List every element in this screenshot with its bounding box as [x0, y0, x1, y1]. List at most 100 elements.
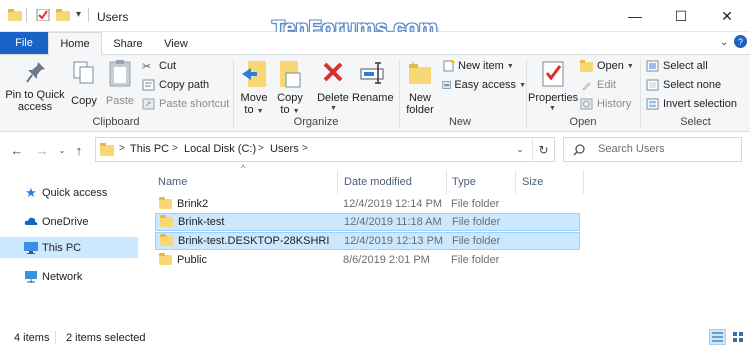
- history-button[interactable]: History: [580, 96, 640, 112]
- properties-label: Properties: [528, 92, 579, 104]
- edit-icon: [582, 82, 591, 91]
- rename-button[interactable]: Rename: [352, 59, 394, 115]
- select-all-button[interactable]: Select all: [646, 58, 746, 74]
- folder-icon: [8, 9, 22, 21]
- copy-icon: [73, 61, 94, 84]
- properties-dropdown-icon: ▼: [549, 105, 556, 112]
- select-none-icon: [646, 79, 659, 91]
- tab-share[interactable]: Share: [106, 32, 150, 55]
- file-type: File folder: [452, 235, 501, 247]
- collapse-ribbon-icon[interactable]: ⌄: [720, 37, 728, 48]
- new-item-button[interactable]: New item ▼: [442, 58, 518, 74]
- folder-icon: [159, 197, 172, 209]
- nav-item-network[interactable]: Network: [0, 266, 138, 287]
- file-row-selected[interactable]: Brink-test.DESKTOP-28KSHRI 12/4/2019 12:…: [155, 232, 580, 250]
- new-folder-button[interactable]: New folder: [402, 59, 438, 116]
- move-to-button[interactable]: Move to ▼: [238, 59, 270, 116]
- recent-locations-icon[interactable]: ⌄: [53, 141, 71, 159]
- copy-path-icon: [142, 79, 155, 91]
- organize-group-label: Organize: [293, 116, 339, 128]
- tab-home[interactable]: Home: [48, 32, 102, 55]
- delete-button[interactable]: Delete ▼: [314, 59, 352, 115]
- minimize-button[interactable]: —: [612, 0, 658, 32]
- breadcrumb-separator[interactable]: >: [172, 143, 178, 154]
- edit-button[interactable]: Edit: [580, 77, 640, 93]
- file-date-modified: 8/6/2019 2:01 PM: [343, 254, 430, 266]
- column-divider[interactable]: [515, 170, 516, 194]
- back-arrow-icon[interactable]: ←: [8, 141, 26, 159]
- tab-view[interactable]: View: [154, 32, 198, 55]
- title-bar: ▾ Users TenForums.com — ☐ ✕: [0, 0, 750, 40]
- column-header-size[interactable]: Size: [522, 173, 582, 191]
- column-header-date-modified[interactable]: Date modified: [344, 173, 444, 191]
- select-none-label: Select none: [663, 79, 722, 91]
- copy-button[interactable]: Copy: [68, 59, 100, 115]
- details-view-icon: [712, 332, 723, 342]
- new-folder-icon[interactable]: [56, 9, 70, 21]
- open-button[interactable]: Open ▼: [580, 58, 640, 74]
- pin-icon: [26, 62, 45, 83]
- toolbar-divider: [88, 8, 89, 22]
- invert-selection-icon: [646, 98, 659, 110]
- column-divider[interactable]: [337, 170, 338, 194]
- file-date-modified: 12/4/2019 12:13 PM: [344, 235, 444, 247]
- maximize-button[interactable]: ☐: [658, 0, 704, 32]
- tab-file[interactable]: File: [0, 32, 48, 54]
- breadcrumb-users[interactable]: Users: [270, 143, 299, 155]
- column-divider[interactable]: [446, 170, 447, 194]
- new-item-dropdown-icon: ▼: [506, 62, 514, 70]
- new-folder-label-line1: New: [408, 92, 431, 104]
- breadcrumb-separator[interactable]: >: [258, 143, 264, 154]
- close-button[interactable]: ✕: [704, 0, 750, 32]
- selected-count: 2 items selected: [66, 332, 146, 344]
- refresh-icon[interactable]: ↻: [532, 138, 554, 161]
- easy-access-label: Easy access: [454, 79, 517, 91]
- file-row[interactable]: Public 8/6/2019 2:01 PM File folder: [155, 251, 580, 269]
- breadcrumb-local-disk[interactable]: Local Disk (C:): [184, 143, 256, 155]
- forward-arrow-icon[interactable]: →: [33, 141, 51, 159]
- properties-button[interactable]: Properties ▼: [528, 59, 578, 115]
- file-type: File folder: [451, 254, 500, 266]
- item-count: 4 items: [14, 332, 50, 344]
- easy-access-button[interactable]: Easy access ▼: [442, 77, 526, 93]
- invert-selection-button[interactable]: Invert selection: [646, 96, 750, 112]
- new-item-label: New item: [458, 60, 504, 72]
- column-divider[interactable]: [583, 170, 584, 194]
- breadcrumb-this-pc[interactable]: This PC: [130, 143, 169, 155]
- column-header-name[interactable]: Name: [158, 173, 336, 191]
- nav-item-onedrive[interactable]: OneDrive: [0, 211, 138, 232]
- customize-toolbar-icon[interactable]: ▾: [76, 9, 81, 20]
- file-name: Public: [177, 254, 207, 266]
- column-header-type[interactable]: Type: [452, 173, 514, 191]
- nav-item-label: Quick access: [42, 186, 108, 199]
- window-title: Users: [97, 10, 129, 24]
- nav-item-quick-access[interactable]: ★ Quick access: [0, 182, 138, 203]
- paste-shortcut-button[interactable]: Paste shortcut: [142, 96, 232, 112]
- nav-item-this-pc[interactable]: This PC: [0, 237, 138, 258]
- help-icon[interactable]: ?: [734, 35, 747, 48]
- file-row[interactable]: Brink2 12/4/2019 12:14 PM File folder: [155, 195, 580, 213]
- ribbon: Pin to Quick access Copy Paste ✂ Cut Cop…: [0, 54, 750, 132]
- breadcrumb-separator[interactable]: >: [302, 143, 308, 154]
- address-bar[interactable]: > This PC > Local Disk (C:) > Users > ⌄ …: [95, 137, 555, 162]
- pin-to-quick-access-button[interactable]: Pin to Quick access: [4, 59, 66, 115]
- scissors-icon: ✂: [142, 60, 152, 73]
- copy-to-button[interactable]: Copy to ▼: [274, 59, 306, 116]
- invert-selection-label: Invert selection: [663, 98, 737, 110]
- select-none-button[interactable]: Select none: [646, 77, 746, 93]
- file-row-selected[interactable]: Brink-test 12/4/2019 11:18 AM File folde…: [155, 213, 580, 231]
- search-box[interactable]: Search Users: [563, 137, 742, 162]
- copy-path-button[interactable]: Copy path: [142, 77, 232, 93]
- up-arrow-icon[interactable]: ↑: [70, 141, 88, 159]
- nav-item-label: This PC: [42, 241, 82, 254]
- open-folder-icon: [580, 60, 593, 72]
- address-dropdown-icon[interactable]: ⌄: [510, 138, 530, 161]
- status-bar: 4 items 2 items selected: [0, 326, 750, 348]
- properties-check-icon[interactable]: [36, 9, 50, 21]
- paste-button[interactable]: Paste: [104, 59, 136, 115]
- rename-label: Rename: [352, 92, 394, 104]
- cut-button[interactable]: ✂ Cut: [142, 58, 232, 74]
- copy-label: Copy: [71, 95, 97, 107]
- large-icons-view-button[interactable]: [730, 329, 747, 345]
- details-view-button[interactable]: [709, 329, 726, 345]
